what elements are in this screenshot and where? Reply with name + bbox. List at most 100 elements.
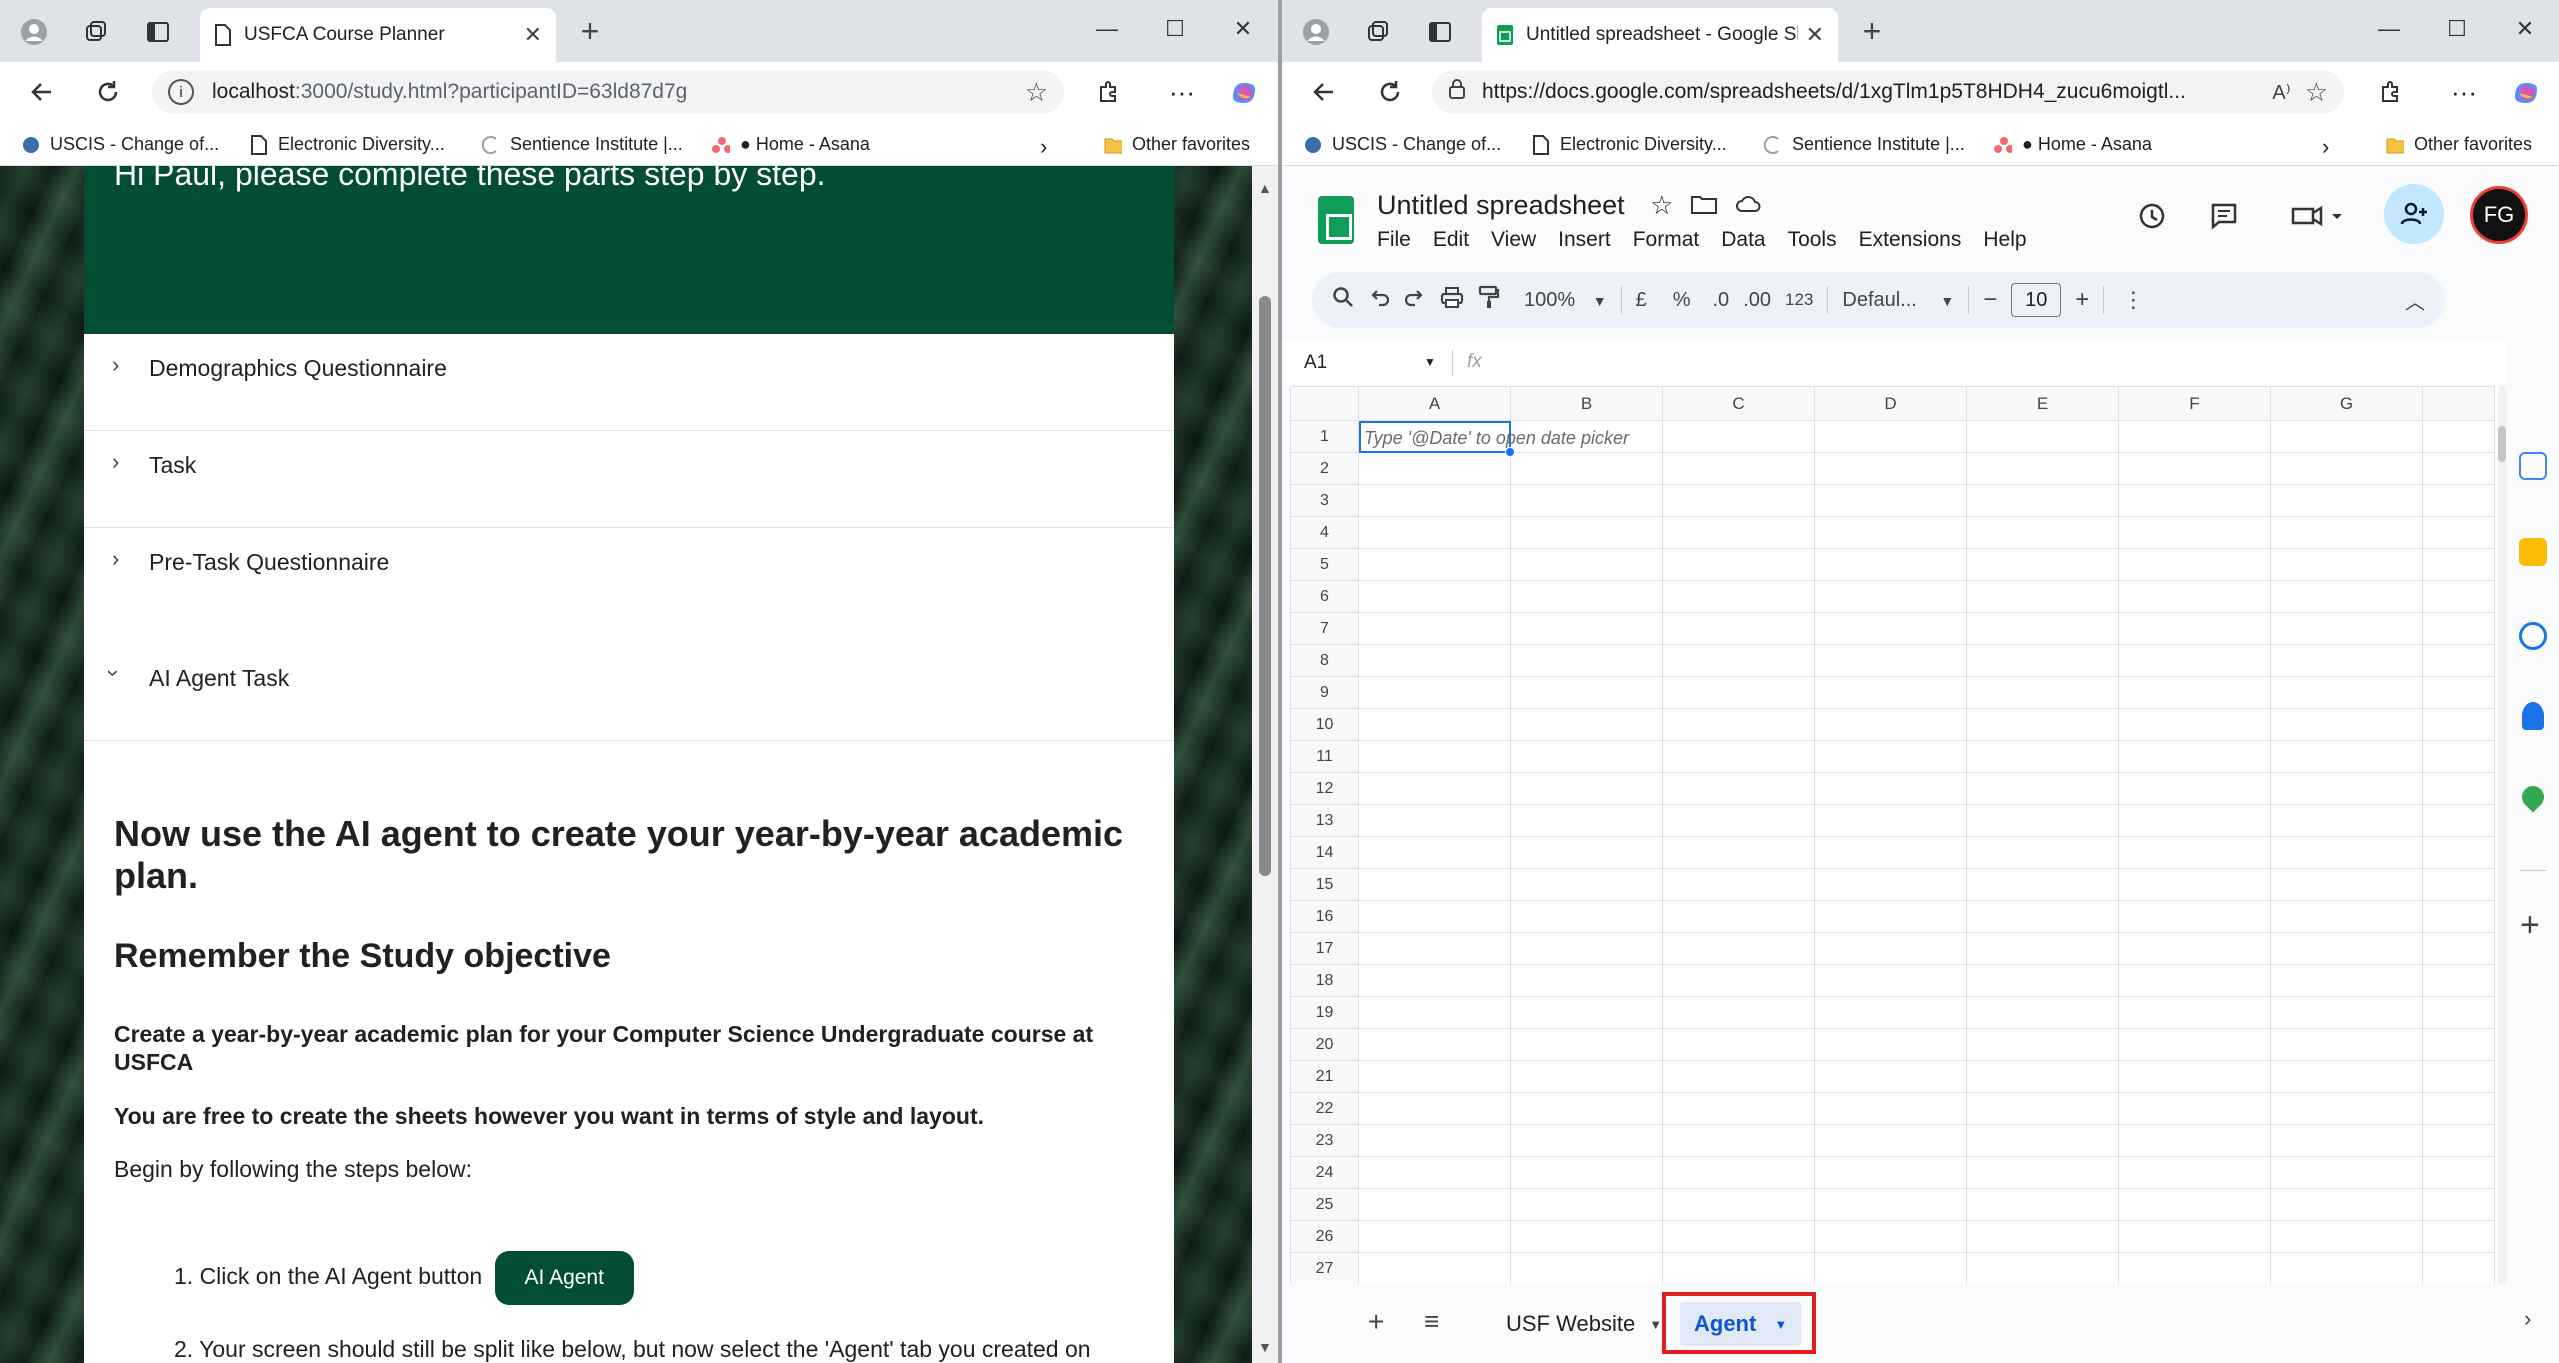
grid-cell[interactable] — [1966, 1092, 2119, 1125]
read-aloud-icon[interactable]: A⁾ — [2272, 80, 2290, 105]
address-bar[interactable]: i localhost:3000/study.html?participantI… — [152, 70, 1064, 114]
grid-cell[interactable] — [2422, 1028, 2495, 1061]
menu-format[interactable]: Format — [1633, 228, 1700, 252]
grid-cell[interactable] — [1814, 900, 1967, 933]
grid-cell[interactable] — [2422, 1156, 2495, 1189]
grid-cell[interactable] — [1814, 1092, 1967, 1125]
grid-cell[interactable] — [2118, 900, 2271, 933]
bookmark-asana[interactable]: ● Home - Asana — [712, 134, 870, 155]
grid-cell[interactable] — [2422, 740, 2495, 773]
grid-cell[interactable] — [1358, 804, 1511, 837]
grid-cell[interactable] — [1358, 1028, 1511, 1061]
grid-cell[interactable] — [1814, 1188, 1967, 1221]
grid-cell[interactable] — [2422, 868, 2495, 901]
grid-cell[interactable] — [1358, 1092, 1511, 1125]
grid-cell[interactable] — [1358, 644, 1511, 677]
sheet-tab-usf-website[interactable]: USF Website ▼ — [1492, 1302, 1676, 1346]
grid-cell[interactable] — [1814, 644, 1967, 677]
row-header[interactable]: 13 — [1290, 804, 1359, 837]
column-header-f[interactable]: F — [2118, 386, 2271, 421]
grid-cell[interactable] — [1966, 868, 2119, 901]
grid-cell[interactable] — [1510, 548, 1663, 581]
grid-cell[interactable] — [1510, 1252, 1663, 1284]
grid-cell[interactable] — [1510, 676, 1663, 709]
grid-cell[interactable] — [1662, 1156, 1815, 1189]
grid-cell[interactable] — [1814, 804, 1967, 837]
search-icon[interactable] — [1332, 286, 1354, 314]
grid-cell[interactable] — [1966, 1028, 2119, 1061]
grid-cell[interactable] — [2422, 1060, 2495, 1093]
grid-cell[interactable] — [2422, 932, 2495, 965]
row-header[interactable]: 20 — [1290, 1028, 1359, 1061]
lock-icon[interactable] — [1448, 78, 1466, 106]
keep-icon[interactable] — [2519, 538, 2547, 566]
grid-cell[interactable] — [1510, 740, 1663, 773]
decrease-font-size-button[interactable]: − — [1983, 286, 1997, 314]
close-window-button[interactable]: ✕ — [1218, 12, 1268, 46]
grid-cell[interactable] — [1510, 1124, 1663, 1157]
grid-cell[interactable] — [1358, 932, 1511, 965]
grid-cell[interactable] — [1966, 1188, 2119, 1221]
grid-cell[interactable] — [2422, 836, 2495, 869]
grid-cell[interactable] — [2422, 1092, 2495, 1125]
tasks-icon[interactable] — [2519, 622, 2547, 650]
grid-cell[interactable] — [1662, 932, 1815, 965]
row-header[interactable]: 26 — [1290, 1220, 1359, 1253]
grid-cell[interactable] — [1814, 708, 1967, 741]
grid-cell[interactable] — [2118, 484, 2271, 517]
tab-usfca-course-planner[interactable]: USFCA Course Planner ✕ — [200, 8, 556, 62]
row-header[interactable]: 23 — [1290, 1124, 1359, 1157]
grid-cell[interactable] — [2118, 868, 2271, 901]
grid-cell[interactable] — [1662, 708, 1815, 741]
bookmark-asana[interactable]: ● Home - Asana — [1994, 134, 2152, 155]
row-header[interactable]: 17 — [1290, 932, 1359, 965]
tab-actions-icon[interactable] — [1422, 14, 1458, 50]
grid-cell[interactable] — [1814, 1252, 1967, 1284]
all-sheets-icon[interactable]: ≡ — [1424, 1306, 1439, 1337]
grid-cell[interactable] — [1814, 868, 1967, 901]
menu-extensions[interactable]: Extensions — [1859, 228, 1962, 252]
profile-icon[interactable] — [16, 14, 52, 50]
comments-icon[interactable] — [2200, 192, 2248, 240]
get-addons-icon[interactable]: + — [2520, 906, 2540, 945]
copilot-icon[interactable] — [1226, 74, 1262, 110]
grid-cell[interactable] — [1966, 964, 2119, 997]
grid-cell[interactable] — [1814, 836, 1967, 869]
grid-cell[interactable] — [1662, 1060, 1815, 1093]
grid-cell[interactable] — [2422, 900, 2495, 933]
section-ai-agent-task[interactable]: › AI Agent Task — [84, 644, 1174, 741]
zoom-select[interactable]: 100% ▼ — [1524, 289, 1607, 312]
grid-cell[interactable] — [1662, 1092, 1815, 1125]
grid-cell[interactable] — [1966, 676, 2119, 709]
grid-cell[interactable] — [1814, 1028, 1967, 1061]
grid-cell[interactable] — [1814, 516, 1967, 549]
grid-cell[interactable] — [1814, 452, 1967, 485]
grid-cell[interactable] — [2118, 516, 2271, 549]
column-header-c[interactable]: C — [1662, 386, 1815, 421]
grid-cell[interactable] — [1662, 612, 1815, 645]
new-tab-button[interactable]: + — [1852, 14, 1892, 48]
bookmark-other-favorites[interactable]: Other favorites — [2386, 134, 2532, 155]
grid-cell[interactable] — [1510, 1028, 1663, 1061]
bookmark-electronic-diversity[interactable]: Electronic Diversity... — [250, 134, 445, 155]
grid-cell[interactable] — [2270, 1060, 2423, 1093]
grid-cell[interactable] — [2118, 836, 2271, 869]
grid-cell[interactable] — [2422, 612, 2495, 645]
grid-cell[interactable] — [1510, 644, 1663, 677]
row-header[interactable]: 1 — [1290, 420, 1359, 453]
copilot-icon[interactable] — [2508, 74, 2544, 110]
grid-cell[interactable] — [1510, 1188, 1663, 1221]
grid-cell[interactable] — [2118, 932, 2271, 965]
grid-cell[interactable] — [2270, 452, 2423, 485]
grid-cell[interactable] — [2118, 676, 2271, 709]
grid-cell[interactable] — [2270, 1156, 2423, 1189]
grid-cell[interactable] — [2270, 964, 2423, 997]
grid-cell[interactable] — [1358, 868, 1511, 901]
grid-cell[interactable] — [2270, 516, 2423, 549]
grid-cell[interactable] — [2422, 548, 2495, 581]
grid-cell[interactable] — [1966, 900, 2119, 933]
grid-cell[interactable] — [1966, 740, 2119, 773]
grid-cell[interactable] — [2270, 580, 2423, 613]
grid-cell[interactable] — [1662, 1124, 1815, 1157]
tab-actions-icon[interactable] — [140, 14, 176, 50]
